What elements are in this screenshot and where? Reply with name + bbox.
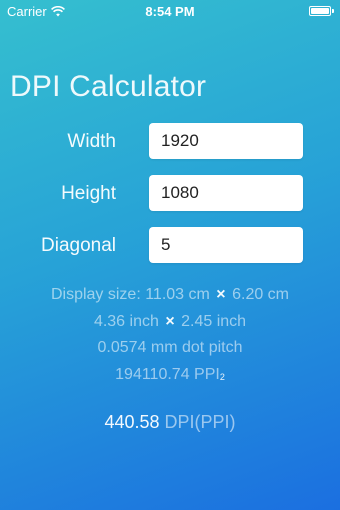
status-bar: Carrier 8:54 PM [0,0,340,22]
page-title: DPI Calculator [10,70,207,103]
display-size-inch: 4.36 inch × 2.45 inch [0,309,340,336]
dpi-unit: DPI(PPI) [164,412,236,432]
display-height-cm: 6.20 cm [232,286,290,303]
times-symbol: × [165,312,175,330]
dpi-result: 440.58 DPI(PPI) [0,412,340,433]
display-width-cm: 11.03 cm [145,286,210,303]
dpi-value: 440.58 [104,412,160,432]
height-row: Height [0,175,340,215]
diagonal-label: Diagonal [41,235,116,256]
diagonal-input[interactable] [149,227,303,263]
display-height-inch: 2.45 inch [181,312,247,330]
display-size-prefix: Display size: [50,286,146,303]
width-input[interactable] [149,123,303,159]
pixel-count: 194110.74 PPI2 [0,362,340,389]
height-input[interactable] [149,175,303,211]
display-width-inch: 4.36 inch [93,312,159,330]
battery-icon [309,6,334,16]
dot-pitch: 0.0574 mm dot pitch [97,339,243,356]
times-symbol: × [216,286,226,303]
height-label: Height [61,183,116,204]
display-size-cm: Display size: 11.03 cm × 6.20 cm [0,282,340,309]
pixel-count-value: 194110.74 PPI [115,365,220,383]
pixel-count-superscript: 2 [219,371,225,382]
results-panel: Display size: 11.03 cm × 6.20 cm 4.36 in… [0,282,340,388]
width-label: Width [67,131,116,152]
diagonal-row: Diagonal [0,227,340,267]
status-time: 8:54 PM [145,4,195,19]
width-row: Width [0,123,340,163]
app-screen: Carrier 8:54 PM DPI Calculator Width Hei… [0,0,340,510]
